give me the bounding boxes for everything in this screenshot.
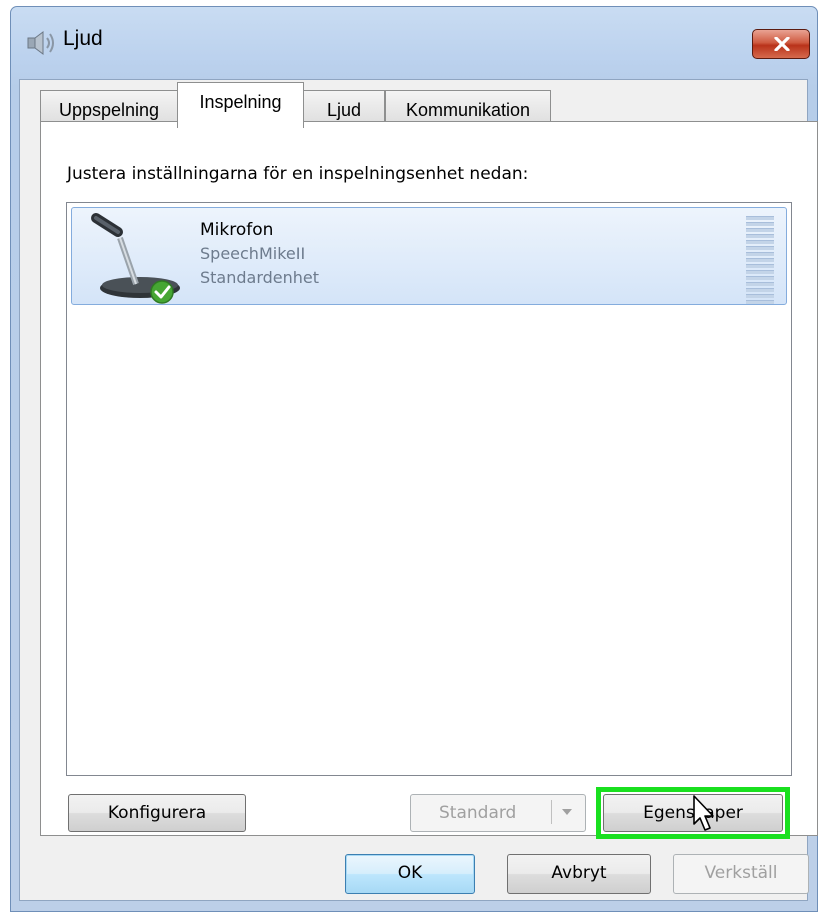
device-description: SpeechMikeII — [200, 244, 306, 263]
tab-label: Uppspelning — [58, 100, 160, 120]
set-default-label: Standard — [439, 803, 517, 823]
window-title: Ljud — [63, 27, 103, 50]
chevron-down-icon[interactable] — [561, 808, 573, 816]
configure-button-label: Konfigurera — [107, 803, 207, 823]
microphone-icon — [91, 213, 180, 304]
device-status: Standardenhet — [200, 268, 320, 287]
default-check-icon — [150, 280, 174, 304]
ok-button[interactable]: OK — [345, 854, 475, 894]
configure-button[interactable]: Konfigurera — [68, 794, 246, 832]
tab-label: Kommunikation — [405, 100, 531, 120]
device-name: Mikrofon — [200, 220, 274, 240]
tab-label: Ljud — [326, 100, 362, 120]
device-item-mikrofon[interactable]: Mikrofon SpeechMikeII Standardenhet — [71, 207, 787, 305]
close-button[interactable] — [752, 29, 810, 59]
tab-panel-inspelning: Justera inställningarna för en inspelnin… — [40, 121, 818, 839]
set-default-button[interactable]: Standard — [410, 794, 586, 832]
tab-inspelning[interactable]: Inspelning — [177, 82, 304, 128]
cancel-button[interactable]: Avbryt — [507, 854, 651, 894]
apply-button-label: Verkställ — [704, 863, 778, 883]
close-icon — [774, 37, 790, 51]
sound-dialog-window: Ljud Uppspelning Inspelning Ljud Kommuni… — [10, 6, 818, 912]
apply-button[interactable]: Verkställ — [673, 854, 809, 894]
title-bar[interactable]: Ljud — [11, 7, 817, 77]
speaker-icon — [27, 31, 54, 55]
dialog-client-area: Uppspelning Inspelning Ljud Kommunikatio… — [19, 79, 818, 901]
instruction-text: Justera inställningarna för en inspelnin… — [67, 164, 529, 184]
tab-label: Inspelning — [199, 92, 282, 112]
cancel-button-label: Avbryt — [551, 863, 607, 883]
recording-device-list[interactable]: Mikrofon SpeechMikeII Standardenhet — [66, 202, 792, 776]
ok-button-label: OK — [397, 863, 423, 883]
level-meter — [746, 216, 774, 304]
mouse-cursor-icon — [693, 795, 714, 831]
split-separator — [551, 800, 552, 824]
